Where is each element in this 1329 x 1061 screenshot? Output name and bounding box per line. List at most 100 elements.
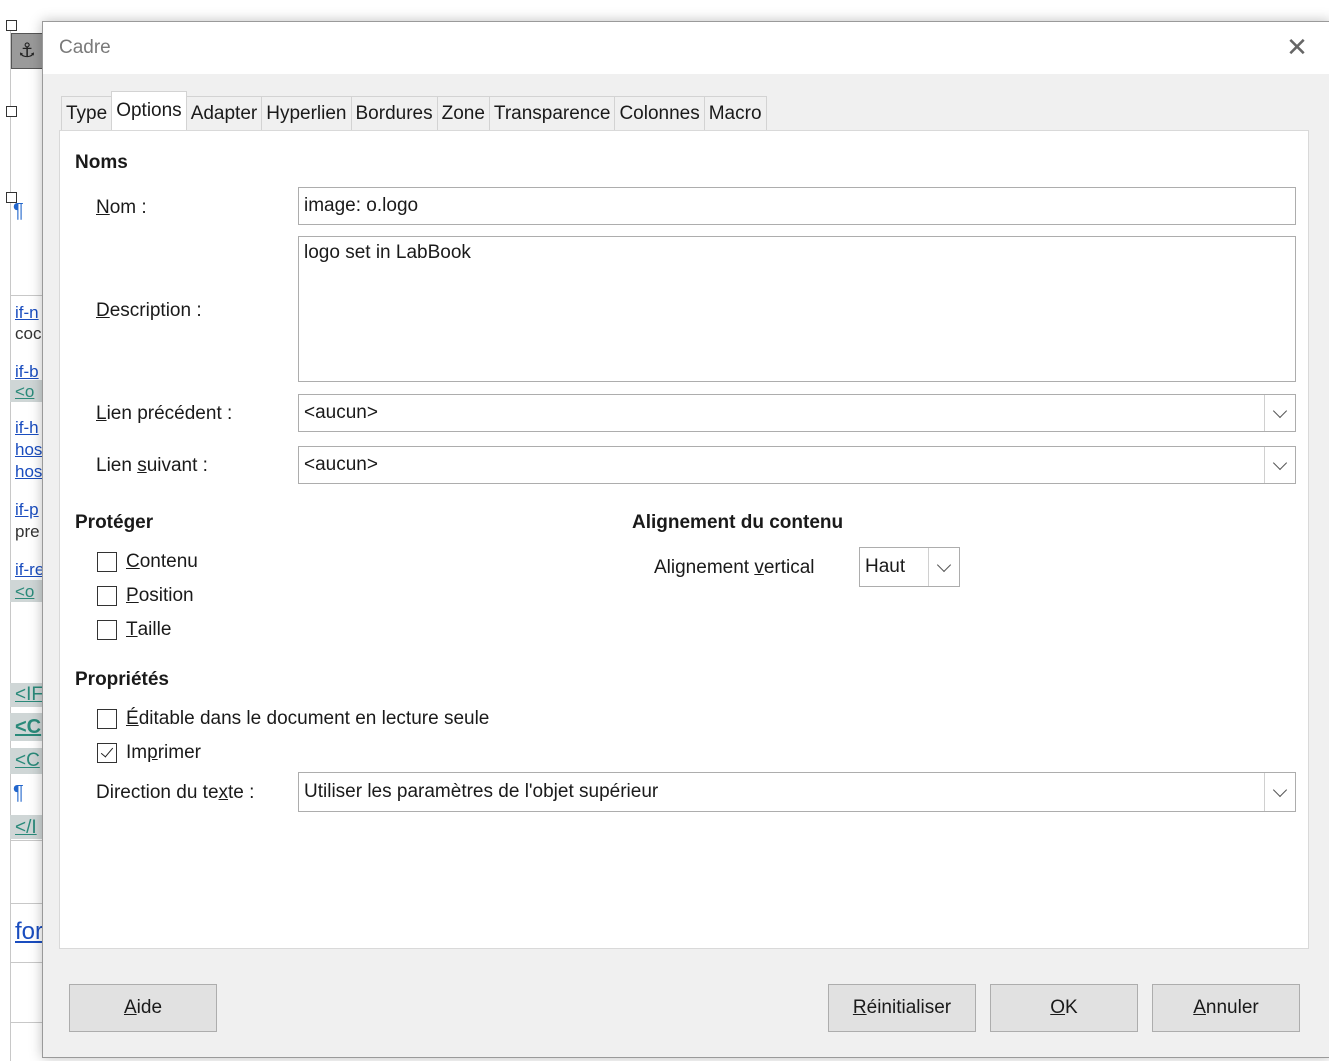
tab-bar: Type Options Adapter Hyperlien Bordures … [61, 91, 767, 130]
frame-dialog: Cadre ✕ Type Options Adapter Hyperlien B… [42, 21, 1329, 1058]
anchor-icon[interactable]: ⚓ [11, 33, 43, 69]
mnemonic: L [96, 403, 107, 424]
label-text: ien précédent : [106, 403, 233, 424]
editable-readonly-checkbox[interactable]: Éditable dans le document en lecture seu… [97, 708, 489, 730]
mnemonic: T [126, 619, 138, 640]
ok-button[interactable]: OK [990, 984, 1138, 1032]
label-text: Lien [96, 455, 138, 476]
protect-content-checkbox[interactable]: Contenu [97, 551, 198, 573]
checkbox-label: rimer [157, 742, 201, 763]
prev-link-value: <aucun> [304, 402, 378, 423]
reset-button[interactable]: Réinitialiser [828, 984, 976, 1032]
tab-bordures[interactable]: Bordures [350, 96, 438, 130]
next-link-label: Lien suivant : [96, 455, 208, 477]
next-link-value: <aucun> [304, 454, 378, 475]
pilcrow-mark: ¶ [13, 200, 24, 222]
doc-text-line: hos [15, 440, 43, 459]
checkbox-label: aille [137, 619, 172, 640]
vertical-alignment-value: Haut [865, 556, 906, 577]
protect-size-checkbox[interactable]: Taille [97, 619, 171, 641]
pilcrow-mark: ¶ [13, 782, 24, 804]
section-noms-title: Noms [75, 152, 128, 173]
frame-handle[interactable] [6, 106, 17, 117]
section-proprietes-title: Propriétés [75, 669, 169, 690]
tab-hyperlien[interactable]: Hyperlien [261, 96, 352, 130]
vertical-alignment-select[interactable]: Haut [859, 547, 960, 587]
label-text: ertical [763, 557, 815, 578]
close-icon[interactable]: ✕ [1282, 32, 1312, 62]
doc-text-line: </I [15, 817, 37, 838]
text-direction-select[interactable]: Utiliser les paramètres de l'objet supér… [298, 772, 1296, 812]
description-textarea[interactable]: logo set in LabBook [298, 236, 1296, 382]
tab-options[interactable]: Options [111, 91, 187, 130]
tab-zone[interactable]: Zone [436, 96, 490, 130]
button-label: K [1065, 997, 1078, 1018]
doc-text-line: coc [15, 324, 42, 343]
doc-border [10, 20, 11, 1061]
label-text: Direction du te [96, 782, 219, 803]
mnemonic: N [96, 197, 110, 218]
cancel-button[interactable]: Annuler [1152, 984, 1300, 1032]
checkbox-label: osition [138, 585, 194, 606]
doc-text-line: <C [15, 716, 42, 738]
doc-text-line: if-re [15, 560, 45, 579]
prev-link-label: Lien précédent : [96, 403, 232, 425]
tab-adapter[interactable]: Adapter [185, 96, 263, 130]
description-label: Description : [96, 300, 202, 322]
mnemonic: A [1193, 997, 1206, 1018]
checkbox-label: ontenu [139, 551, 198, 572]
chevron-down-icon[interactable] [1264, 395, 1295, 431]
label-text: escription : [109, 300, 202, 321]
checkbox-label: Im [126, 742, 148, 763]
dialog-titlebar[interactable]: Cadre ✕ [43, 22, 1329, 74]
doc-text-line: <o [15, 582, 35, 601]
section-alignement-title: Alignement du contenu [632, 512, 844, 533]
label-text: uivant : [146, 455, 208, 476]
mnemonic: O [1050, 997, 1066, 1018]
mnemonic: v [754, 557, 764, 578]
chevron-down-icon[interactable] [928, 548, 959, 586]
button-label: éinitialiser [866, 997, 952, 1018]
vertical-alignment-label: Alignement vertical [654, 557, 815, 579]
checkbox-box[interactable] [97, 620, 117, 640]
frame-handle[interactable] [6, 20, 17, 31]
prev-link-select[interactable]: <aucun> [298, 394, 1296, 432]
mnemonic: s [137, 455, 147, 476]
checkbox-label: ditable dans le document en lecture seul… [138, 708, 490, 729]
checkbox-box[interactable] [97, 743, 117, 763]
checkbox-box[interactable] [97, 709, 117, 729]
help-button[interactable]: Aide [69, 984, 217, 1032]
mnemonic: p [147, 742, 158, 763]
button-label: ide [136, 997, 163, 1018]
doc-text-line: hos [15, 462, 43, 481]
chevron-down-icon[interactable] [1264, 773, 1295, 811]
mnemonic: C [126, 551, 140, 572]
doc-text-line: <C [15, 750, 40, 771]
mnemonic: A [123, 997, 137, 1018]
dialog-title: Cadre [59, 37, 111, 58]
name-label: Nom : [96, 197, 147, 219]
doc-text-line: <IF [15, 684, 43, 705]
doc-text-line: if-p [15, 500, 39, 519]
tab-macro[interactable]: Macro [703, 96, 767, 130]
tab-transparence[interactable]: Transparence [488, 96, 616, 130]
doc-text-line: if-n [15, 303, 39, 322]
chevron-down-icon[interactable] [1264, 447, 1295, 483]
next-link-select[interactable]: <aucun> [298, 446, 1296, 484]
label-text: om : [109, 197, 147, 218]
doc-text-line: pre [15, 522, 40, 541]
name-input[interactable] [298, 187, 1296, 225]
mnemonic: D [96, 300, 110, 321]
tab-type[interactable]: Type [61, 96, 113, 130]
doc-text-line: if-h [15, 418, 39, 437]
print-checkbox[interactable]: Im p rimer [97, 742, 201, 764]
label-text: Alignement [654, 557, 755, 578]
mnemonic: x [218, 782, 229, 803]
checkbox-box[interactable] [97, 586, 117, 606]
button-label: nnuler [1205, 997, 1259, 1018]
mnemonic: R [852, 997, 867, 1018]
protect-position-checkbox[interactable]: Position [97, 585, 194, 607]
text-direction-value: Utiliser les paramètres de l'objet supér… [304, 781, 659, 802]
checkbox-box[interactable] [97, 552, 117, 572]
tab-colonnes[interactable]: Colonnes [614, 96, 705, 130]
